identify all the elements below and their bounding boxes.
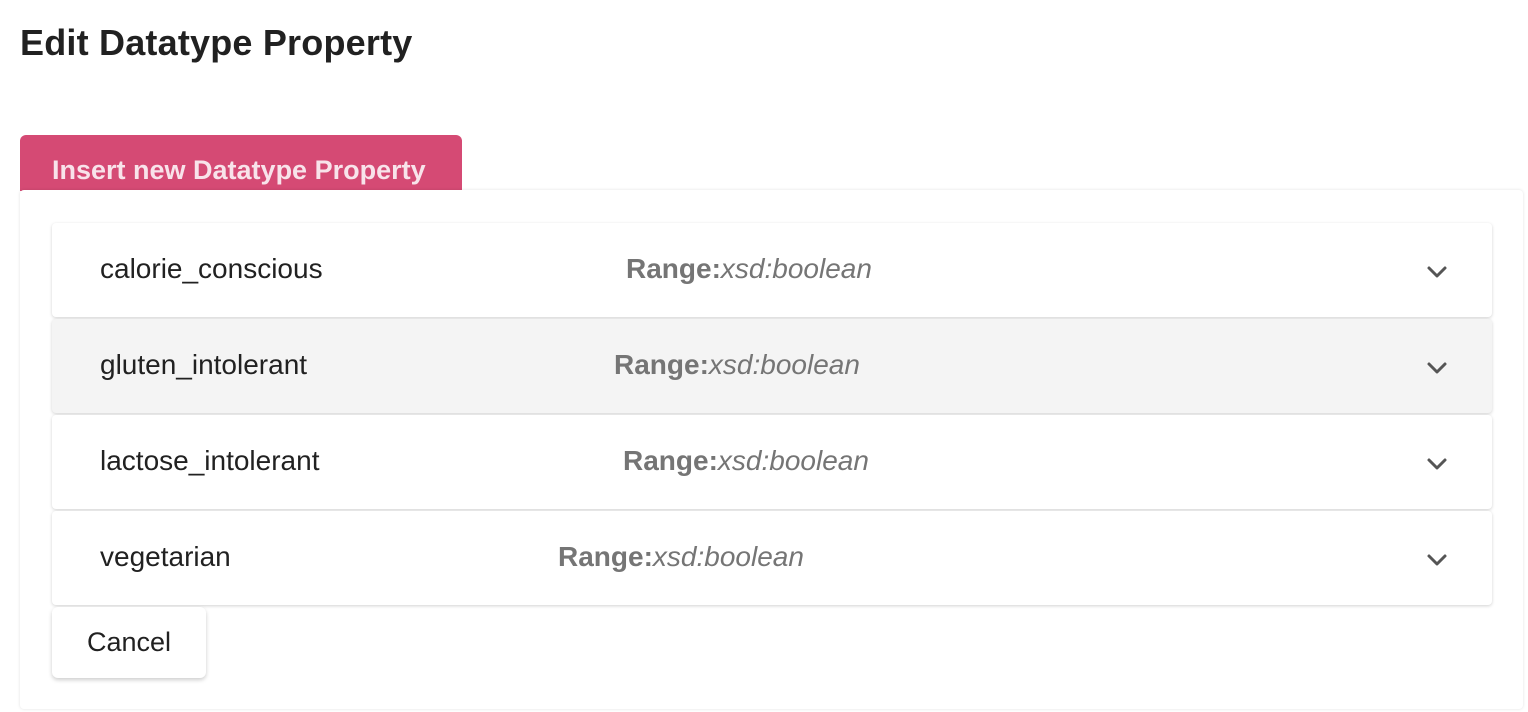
chevron-down-icon[interactable] bbox=[1424, 259, 1450, 285]
range-label: Range: bbox=[626, 253, 721, 284]
property-range: Range:xsd:boolean bbox=[614, 349, 860, 381]
property-name: vegetarian bbox=[100, 541, 231, 572]
property-row-vegetarian[interactable]: vegetarian Range:xsd:boolean bbox=[52, 511, 1492, 605]
chevron-down-icon[interactable] bbox=[1424, 547, 1450, 573]
chevron-down-icon[interactable] bbox=[1424, 451, 1450, 477]
property-range: Range:xsd:boolean bbox=[558, 541, 804, 573]
page-title: Edit Datatype Property bbox=[20, 22, 413, 63]
property-row-calorie-conscious[interactable]: calorie_conscious Range:xsd:boolean bbox=[52, 223, 1492, 317]
range-label: Range: bbox=[614, 349, 709, 380]
cancel-button[interactable]: Cancel bbox=[52, 607, 206, 678]
chevron-down-icon[interactable] bbox=[1424, 355, 1450, 381]
property-row-lactose-intolerant[interactable]: lactose_intolerant Range:xsd:boolean bbox=[52, 415, 1492, 509]
range-value: xsd:boolean bbox=[720, 253, 872, 284]
property-range: Range:xsd:boolean bbox=[623, 445, 869, 477]
property-name: lactose_intolerant bbox=[100, 445, 320, 476]
property-range: Range:xsd:boolean bbox=[626, 253, 872, 285]
insert-datatype-property-button[interactable]: Insert new Datatype Property bbox=[20, 135, 462, 191]
property-name: calorie_conscious bbox=[100, 253, 323, 284]
range-value: xsd:boolean bbox=[708, 349, 860, 380]
property-row-gluten-intolerant[interactable]: gluten_intolerant Range:xsd:boolean bbox=[52, 319, 1492, 413]
range-value: xsd:boolean bbox=[652, 541, 804, 572]
range-label: Range: bbox=[623, 445, 718, 476]
range-value: xsd:boolean bbox=[717, 445, 869, 476]
property-name: gluten_intolerant bbox=[100, 349, 308, 380]
range-label: Range: bbox=[558, 541, 653, 572]
